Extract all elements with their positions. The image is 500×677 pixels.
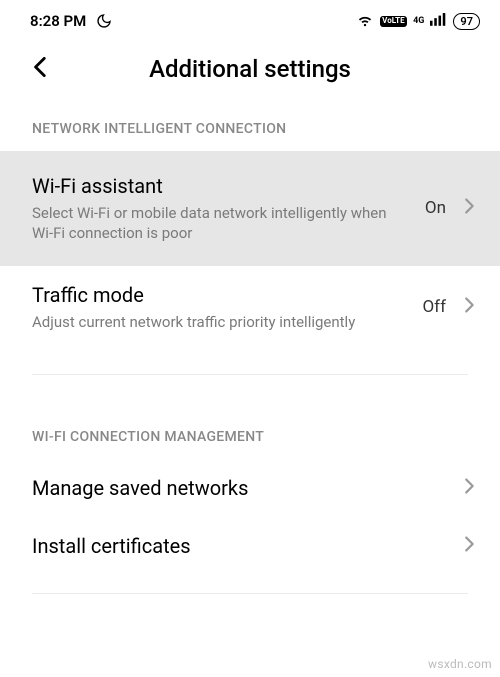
section-header-network: NETWORK INTELLIGENT CONNECTION <box>0 113 500 151</box>
row-main: Traffic mode Adjust current network traf… <box>32 282 410 332</box>
row-value: On <box>425 198 446 218</box>
row-subtitle: Select Wi-Fi or mobile data network inte… <box>32 203 392 244</box>
page-title: Additional settings <box>149 55 351 83</box>
chevron-left-icon <box>28 54 54 80</box>
chevron-right-icon <box>458 533 480 559</box>
battery-indicator: 97 <box>453 13 480 30</box>
row-title: Wi-Fi assistant <box>32 173 413 199</box>
row-title: Manage saved networks <box>32 475 446 501</box>
status-time: 8:28 PM <box>30 12 86 30</box>
row-value: Off <box>422 297 446 317</box>
row-main: Install certificates <box>32 533 446 559</box>
row-main: Manage saved networks <box>32 475 446 501</box>
row-title: Traffic mode <box>32 282 410 308</box>
status-left: 8:28 PM <box>30 12 112 30</box>
chevron-right-icon <box>458 475 480 501</box>
signal-bars-icon <box>430 12 447 30</box>
row-manage-saved-networks[interactable]: Manage saved networks <box>0 459 500 517</box>
wifi-icon <box>356 10 374 32</box>
app-header: Additional settings <box>0 38 500 113</box>
dnd-moon-icon <box>96 13 112 29</box>
row-main: Wi-Fi assistant Select Wi-Fi or mobile d… <box>32 173 413 244</box>
chevron-right-icon <box>458 294 480 320</box>
row-title: Install certificates <box>32 533 446 559</box>
divider <box>32 593 468 594</box>
back-button[interactable] <box>20 46 62 91</box>
chevron-right-icon <box>458 195 480 221</box>
volte-icon: VoLTE <box>380 16 407 27</box>
row-traffic-mode[interactable]: Traffic mode Adjust current network traf… <box>0 266 500 348</box>
status-right: VoLTE 4G 97 <box>356 10 480 32</box>
status-bar: 8:28 PM VoLTE 4G 97 <box>0 0 500 38</box>
network-type-label: 4G <box>413 16 424 26</box>
row-install-certificates[interactable]: Install certificates <box>0 517 500 575</box>
row-subtitle: Adjust current network traffic priority … <box>32 312 392 332</box>
watermark: wsxdn.com <box>428 657 492 671</box>
row-wifi-assistant[interactable]: Wi-Fi assistant Select Wi-Fi or mobile d… <box>0 151 500 266</box>
section-header-wifi-mgmt: WI-FI CONNECTION MANAGEMENT <box>0 375 500 459</box>
